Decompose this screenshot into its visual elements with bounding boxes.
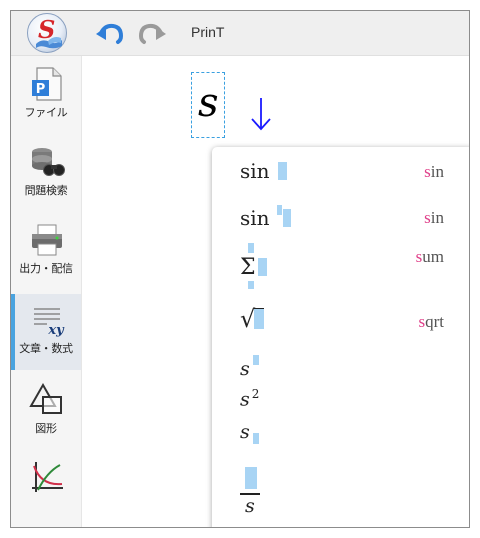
formula-input[interactable]: s bbox=[191, 72, 225, 138]
placeholder-box bbox=[254, 308, 265, 329]
denominator-text: s bbox=[245, 495, 255, 517]
suggestion-fraction-over-s[interactable]: s bbox=[212, 459, 469, 525]
expr-text: sin bbox=[240, 206, 270, 230]
expr-text: s bbox=[240, 388, 250, 411]
exponent-text: 2 bbox=[251, 387, 260, 401]
key-rest: in bbox=[430, 162, 444, 181]
exponent-placeholder bbox=[276, 205, 282, 215]
placeholder-box bbox=[282, 209, 291, 227]
sidebar-item-label: 問題検索 bbox=[24, 184, 68, 197]
graph-icon bbox=[32, 462, 63, 492]
suggestion-s-subscript[interactable]: s bbox=[212, 419, 469, 449]
sqrt-symbol: √ bbox=[240, 305, 256, 333]
redo-button[interactable] bbox=[137, 21, 167, 45]
suggestion-sum[interactable]: Σ sum bbox=[212, 243, 469, 291]
expr-text: s bbox=[240, 358, 250, 380]
search-database-icon bbox=[32, 148, 65, 176]
app-logo[interactable]: S bbox=[27, 13, 67, 53]
logo-letter: S bbox=[38, 15, 56, 44]
editor-canvas[interactable]: s sin sin sin sin Σ sum √ sqrt s s 2 s s bbox=[82, 56, 469, 527]
sidebar-item-output[interactable]: 出力・配信 bbox=[11, 214, 81, 290]
subscript-placeholder bbox=[252, 433, 259, 444]
suggestion-expr: s bbox=[240, 421, 259, 444]
key-prefix: s bbox=[424, 162, 431, 181]
expr-text: s bbox=[240, 421, 250, 443]
suggestion-sin[interactable]: sin sin bbox=[212, 153, 469, 193]
suggestion-expr: s2 bbox=[240, 387, 259, 410]
sidebar: P ファイル 問題検索 出力・配信 xy 文章・数式 図形 bbox=[11, 56, 82, 527]
suggestion-s-superscript[interactable]: s bbox=[212, 349, 469, 380]
input-text: s bbox=[198, 80, 219, 126]
suggestion-expr: Σ bbox=[240, 255, 267, 280]
sidebar-item-graph[interactable] bbox=[11, 452, 81, 527]
key-prefix: s bbox=[424, 208, 431, 227]
lower-limit-placeholder bbox=[248, 281, 254, 289]
app-window: S PrinT P ファイル 問題検索 出力・配信 xy 文章・数式 図形 s … bbox=[10, 10, 470, 528]
undo-icon bbox=[96, 23, 124, 44]
upper-limit-placeholder bbox=[248, 243, 254, 253]
sigma-symbol: Σ bbox=[240, 255, 256, 280]
file-icon: P bbox=[32, 67, 62, 101]
key-rest: um bbox=[422, 247, 444, 266]
app-title: PrinT bbox=[191, 24, 225, 40]
text-formula-icon: xy bbox=[34, 308, 65, 338]
sidebar-item-text-formula[interactable]: xy 文章・数式 bbox=[11, 294, 81, 370]
expr-text: sin bbox=[240, 159, 270, 183]
redo-icon bbox=[138, 23, 166, 44]
placeholder-box bbox=[277, 162, 287, 180]
placeholder-box bbox=[257, 258, 267, 276]
sidebar-item-file[interactable]: P ファイル bbox=[11, 58, 81, 134]
toolbar: S PrinT bbox=[11, 11, 469, 56]
printer-icon bbox=[32, 224, 62, 256]
suggestion-sin-power[interactable]: sin sin bbox=[212, 199, 469, 239]
numerator-placeholder bbox=[245, 467, 257, 489]
sidebar-item-label: 文章・数式 bbox=[19, 342, 73, 355]
key-rest: in bbox=[430, 208, 444, 227]
sidebar-item-shapes[interactable]: 図形 bbox=[11, 374, 81, 450]
sidebar-item-label: ファイル bbox=[24, 106, 68, 119]
suggestion-key: sum bbox=[416, 247, 444, 267]
suggestion-key: sqrt bbox=[418, 312, 444, 332]
exponent-placeholder bbox=[252, 355, 259, 365]
file-badge: P bbox=[36, 82, 46, 97]
suggestion-expr: sin bbox=[240, 205, 291, 230]
sidebar-item-search[interactable]: 問題検索 bbox=[11, 136, 81, 212]
shapes-icon bbox=[29, 382, 62, 414]
suggestion-expr: s bbox=[240, 355, 259, 380]
sidebar-item-label: 図形 bbox=[35, 422, 57, 435]
autocomplete-popup: sin sin sin sin Σ sum √ sqrt s s 2 s s bbox=[212, 147, 469, 527]
down-arrow-icon bbox=[250, 94, 272, 134]
key-rest: qrt bbox=[425, 312, 444, 331]
formula-badge: xy bbox=[47, 323, 65, 338]
sidebar-item-label: 出力・配信 bbox=[19, 262, 73, 275]
suggestion-s-squared[interactable]: s2 bbox=[212, 383, 469, 413]
suggestion-expr: sin bbox=[240, 159, 287, 183]
suggestion-key: sin bbox=[424, 162, 444, 182]
suggestion-expr: √ bbox=[240, 305, 265, 333]
suggestion-sqrt[interactable]: √ sqrt bbox=[212, 299, 469, 343]
suggestion-key: sin bbox=[424, 208, 444, 228]
undo-button[interactable] bbox=[95, 21, 125, 45]
